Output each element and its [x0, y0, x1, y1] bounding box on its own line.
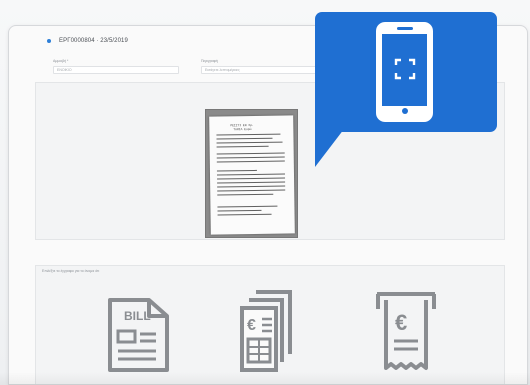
receipt-photo: ΡΕΣΙΤΙ ΕΝ Χρ. ΤΑΜΙΑ Ευρώ — [205, 109, 298, 238]
mobile-phone — [376, 22, 433, 122]
amount-field[interactable]: ΕΝΟΙΚΙΟ — [53, 66, 179, 74]
receipt-text-line — [216, 160, 285, 163]
receipt-title-line-2: ΤΑΜΙΑ Ευρώ — [233, 128, 252, 132]
description-field[interactable]: Εισάγετε λεπτομέρειες — [201, 66, 331, 74]
bill-icon: BILL — [108, 298, 169, 372]
receipt-document-option[interactable]: € — [374, 290, 438, 376]
receipt-text-line — [217, 213, 272, 216]
receipt-paper: ΡΕΣΙΤΙ ΕΝ Χρ. ΤΑΜΙΑ Ευρώ — [209, 115, 295, 235]
phone-screen — [382, 34, 427, 106]
receipt-text-line — [217, 189, 286, 192]
description-placeholder: Εισάγετε λεπτομέρειες — [205, 68, 240, 72]
receipt-text-line — [217, 177, 286, 180]
receipt-text-line — [216, 145, 269, 148]
receipt-currency-symbol: € — [395, 310, 407, 335]
receipt-text-line — [216, 173, 285, 176]
amount-field-label: Αμμοιβή * — [53, 59, 69, 63]
invoice-document-option[interactable]: € — [238, 288, 300, 376]
receipt-text-line — [216, 141, 283, 144]
receipt-text-line — [216, 156, 285, 159]
record-status-dot — [47, 39, 51, 43]
receipt-text-line — [217, 209, 262, 212]
amount-field-value: ΕΝΟΙΚΙΟ — [57, 68, 72, 72]
receipt-text-line — [216, 133, 281, 136]
receipt-text-line — [217, 193, 274, 196]
scan-frame-icon — [394, 58, 416, 80]
bill-document-option[interactable]: BILL — [104, 296, 172, 374]
invoice-currency-symbol: € — [247, 317, 256, 334]
document-types-label: Επιλέξτε το έγγραφο για το όνομα ότι — [42, 269, 100, 273]
screenshot-stage: ΕΡΓ0000804 · 23/5/2019 Αμμοιβή * ΕΝΟΙΚΙΟ… — [0, 0, 530, 385]
receipt-text-line — [216, 169, 257, 172]
receipt-text-line — [217, 205, 278, 208]
receipt-text-line — [216, 152, 285, 155]
callout-tail — [315, 112, 357, 167]
receipt-roll-icon: € — [376, 292, 436, 370]
receipt-text-line — [216, 137, 273, 140]
record-title: ΕΡΓ0000804 · 23/5/2019 — [59, 38, 128, 44]
description-field-label: Περιγραφή — [201, 59, 218, 63]
record-title-row: ΕΡΓ0000804 · 23/5/2019 — [47, 38, 128, 44]
phone-home-button — [402, 108, 408, 114]
bottom-fade — [0, 372, 530, 385]
invoice-stack-icon: € — [240, 290, 292, 372]
receipt-title-line-1: ΡΕΣΙΤΙ ΕΝ Χρ. — [230, 123, 254, 128]
bill-icon-text: BILL — [124, 309, 151, 323]
phone-speaker — [397, 27, 413, 30]
receipt-text-line — [217, 181, 286, 184]
receipt-text-line — [217, 185, 286, 188]
